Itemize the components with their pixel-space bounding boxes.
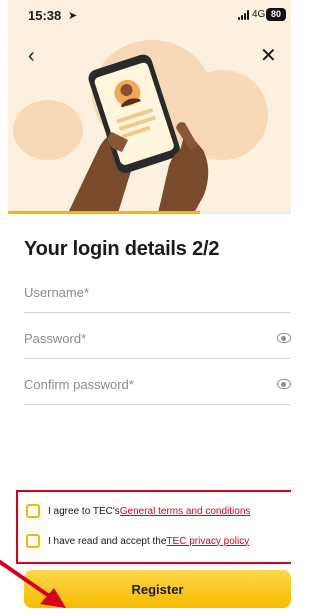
username-field[interactable]: Username* bbox=[24, 273, 291, 313]
annotation-arrow-icon bbox=[0, 560, 66, 608]
terms-consent-row[interactable]: I agree to TEC's General terms and condi… bbox=[26, 504, 250, 518]
consent-highlight-box: I agree to TEC's General terms and condi… bbox=[16, 490, 291, 564]
privacy-checkbox[interactable] bbox=[26, 534, 40, 548]
hero-illustration-area: 15:38 ➤ 4G 80 ‹ ✕ bbox=[8, 0, 291, 213]
step-progress-fill bbox=[8, 211, 201, 214]
terms-consent-text: I agree to TEC's bbox=[48, 505, 120, 517]
back-icon[interactable]: ‹ bbox=[28, 46, 35, 66]
confirm-password-placeholder: Confirm password* bbox=[24, 377, 134, 392]
step-progress-bar bbox=[8, 211, 291, 214]
password-field[interactable]: Password* bbox=[24, 319, 291, 359]
status-bar: 15:38 ➤ 4G 80 bbox=[8, 0, 291, 28]
privacy-consent-text: I have read and accept the bbox=[48, 535, 167, 547]
terms-link[interactable]: General terms and conditions bbox=[120, 506, 251, 517]
privacy-consent-row[interactable]: I have read and accept the TEC privacy p… bbox=[26, 534, 249, 548]
network-type: 4G bbox=[252, 9, 266, 20]
show-confirm-password-eye-icon[interactable] bbox=[277, 379, 291, 389]
password-placeholder: Password* bbox=[24, 331, 87, 346]
username-placeholder: Username* bbox=[24, 285, 90, 300]
battery-icon: 80 bbox=[266, 8, 286, 21]
close-icon[interactable]: ✕ bbox=[260, 46, 277, 66]
confirm-password-field[interactable]: Confirm password* bbox=[24, 365, 291, 405]
phone-in-hand-illustration bbox=[68, 54, 209, 213]
privacy-policy-link[interactable]: TEC privacy policy bbox=[166, 536, 249, 547]
show-password-eye-icon[interactable] bbox=[277, 333, 291, 343]
terms-checkbox[interactable] bbox=[26, 504, 40, 518]
location-icon: ➤ bbox=[68, 10, 78, 22]
registration-screen: 15:38 ➤ 4G 80 ‹ ✕ Your login details 2/2… bbox=[8, 0, 291, 616]
page-title: Your login details 2/2 bbox=[24, 238, 220, 260]
clock: 15:38 bbox=[28, 8, 62, 23]
signal-icon bbox=[238, 10, 250, 20]
